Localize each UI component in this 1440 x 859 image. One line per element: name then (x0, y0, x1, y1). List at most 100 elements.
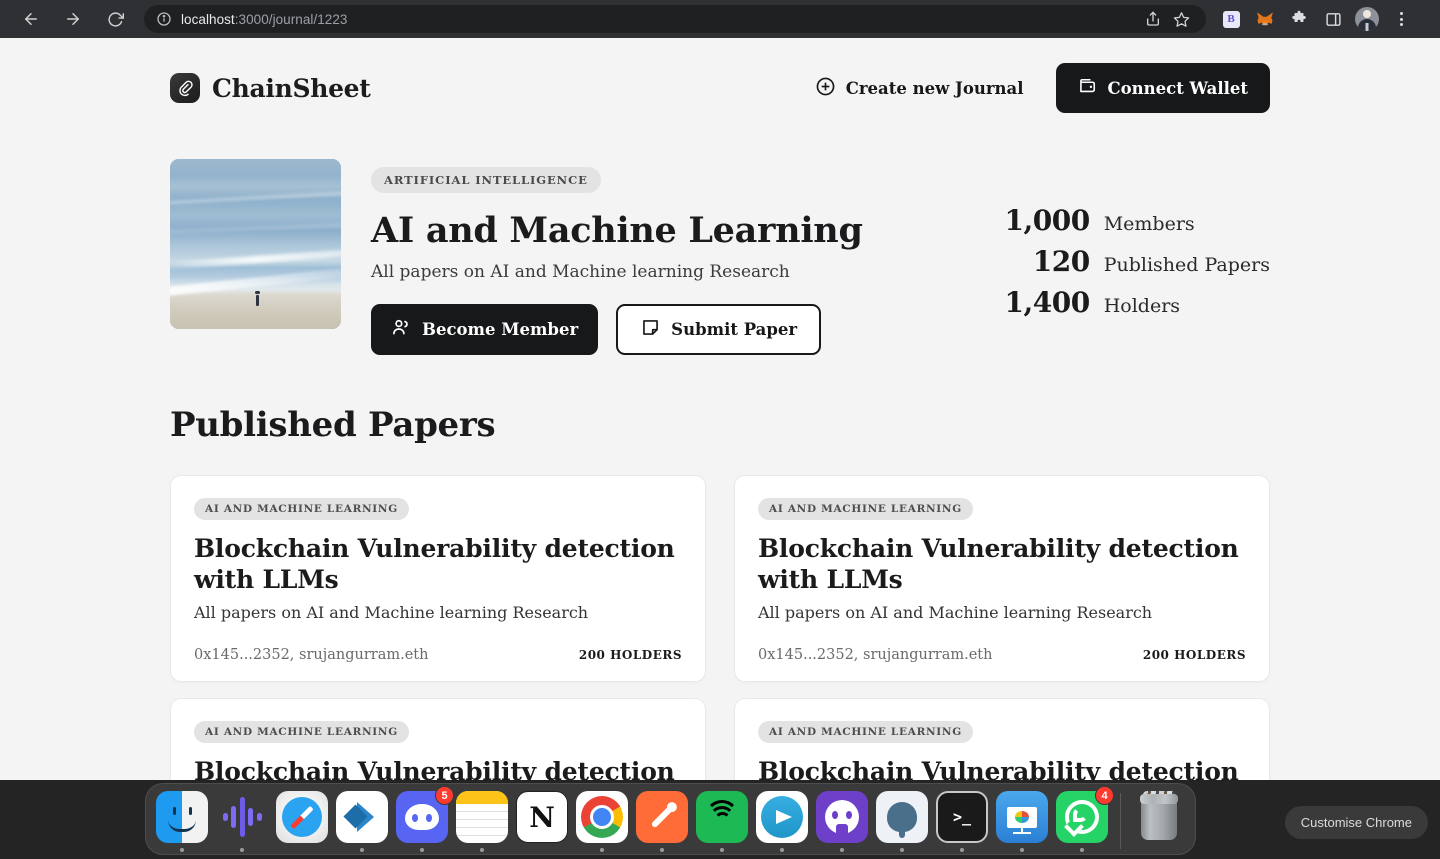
telegram-icon (756, 791, 808, 843)
dock-item-notes[interactable] (454, 789, 510, 855)
dock-item-telegram[interactable] (754, 789, 810, 855)
customise-chrome-button[interactable]: Customise Chrome (1284, 806, 1428, 839)
dock-item-github[interactable] (814, 789, 870, 855)
profile-avatar-icon[interactable] (1353, 5, 1381, 33)
paper-subtitle: All papers on AI and Machine learning Re… (194, 603, 589, 622)
side-panel-icon[interactable] (1319, 5, 1347, 33)
safari-icon (276, 791, 328, 843)
running-indicator (900, 848, 904, 852)
journal-action-buttons: Become Member Submit Paper (371, 304, 863, 355)
dock-item-visual-studio-code[interactable] (334, 789, 390, 855)
running-indicator (600, 848, 604, 852)
journal-category-badge: ARTIFICIAL INTELLIGENCE (371, 167, 601, 193)
dock-separator (1120, 793, 1121, 849)
create-new-journal-button[interactable]: Create new Journal (813, 72, 1026, 105)
stat-holders: 1,400 Holders (995, 286, 1270, 319)
dock-item-spotify[interactable] (694, 789, 750, 855)
github-icon (816, 791, 868, 843)
journal-description: All papers on AI and Machine learning Re… (371, 262, 790, 282)
share-icon[interactable] (1140, 6, 1166, 32)
paper-card-footer: 0x145...2352, srujangurram.eth 200 HOLDE… (194, 647, 682, 663)
paper-card-footer: 0x145...2352, srujangurram.eth 200 HOLDE… (758, 647, 1246, 663)
journal-title: AI and Machine Learning (371, 210, 863, 251)
running-indicator (180, 848, 184, 852)
dock-item-postman[interactable] (634, 789, 690, 855)
running-indicator (540, 848, 544, 852)
stat-published-papers: 120 Published Papers (995, 245, 1270, 278)
running-indicator (1080, 848, 1084, 852)
running-indicator (960, 848, 964, 852)
metamask-fox-icon[interactable] (1251, 5, 1279, 33)
stat-value: 1,400 (1004, 286, 1091, 319)
submit-paper-button[interactable]: Submit Paper (616, 304, 822, 355)
paper-card[interactable]: AI AND MACHINE LEARNING Blockchain Vulne… (170, 475, 706, 682)
create-new-journal-label: Create new Journal (845, 78, 1024, 98)
page-container: ChainSheet Create new Journal Connect Wa… (170, 38, 1270, 783)
dock-item-discord[interactable]: 5 (394, 786, 454, 855)
dock-item-whatsapp[interactable]: 4 (1054, 786, 1114, 855)
journal-stats: 1,000 Members 120 Published Papers 1,400… (995, 159, 1270, 319)
running-indicator (1157, 848, 1161, 852)
become-member-label: Become Member (422, 320, 579, 339)
info-circle-icon[interactable] (156, 11, 172, 27)
puzzle-piece-icon[interactable] (1285, 5, 1313, 33)
running-indicator (240, 848, 244, 852)
brand[interactable]: ChainSheet (170, 73, 371, 103)
postman-icon (636, 791, 688, 843)
running-indicator (1020, 848, 1024, 852)
paper-category-badge: AI AND MACHINE LEARNING (758, 498, 973, 520)
become-member-button[interactable]: Become Member (371, 304, 599, 355)
running-indicator (300, 848, 304, 852)
dock-item-notion[interactable]: N (514, 789, 570, 855)
dock-item-safari[interactable] (274, 789, 330, 855)
running-indicator (420, 848, 424, 852)
paper-author: 0x145...2352, srujangurram.eth (194, 647, 429, 663)
stat-label: Published Papers (1103, 254, 1270, 276)
paper-subtitle: All papers on AI and Machine learning Re… (758, 603, 1153, 622)
paper-card[interactable]: AI AND MACHINE LEARNING Blockchain Vulne… (734, 698, 1270, 783)
trash-icon (1133, 791, 1185, 843)
extension-b-icon[interactable]: B (1217, 5, 1245, 33)
running-indicator (720, 848, 724, 852)
notes-icon (456, 791, 508, 843)
dock-item-google-chrome[interactable] (574, 789, 630, 855)
paper-author: 0x145...2352, srujangurram.eth (758, 647, 993, 663)
discord-badge: 5 (435, 786, 454, 805)
paperclip-logo-icon (170, 73, 200, 103)
paper-category-badge: AI AND MACHINE LEARNING (194, 498, 409, 520)
back-arrow-icon[interactable] (16, 4, 46, 34)
published-papers-grid: AI AND MACHINE LEARNING Blockchain Vulne… (170, 475, 1270, 783)
dock-item-voice-memos[interactable] (214, 789, 270, 855)
paper-holders: 200 HOLDERS (578, 648, 682, 662)
star-icon[interactable] (1168, 6, 1194, 32)
dock-item-finder[interactable] (154, 789, 210, 855)
paper-card[interactable]: AI AND MACHINE LEARNING Blockchain Vulne… (734, 475, 1270, 682)
users-icon (391, 317, 412, 342)
url-text: localhost:3000/journal/1223 (181, 12, 347, 27)
whatsapp-badge: 4 (1095, 786, 1114, 805)
three-dot-menu-icon[interactable] (1387, 5, 1415, 33)
address-bar[interactable]: localhost:3000/journal/1223 (144, 5, 1206, 33)
reload-icon[interactable] (100, 4, 130, 34)
journal-cover-image (170, 159, 341, 329)
published-papers-heading: Published Papers (170, 405, 496, 445)
dock-item-trash[interactable] (1131, 789, 1187, 855)
dock-item-terminal[interactable]: >_ (934, 789, 990, 855)
kebab-dots (1399, 12, 1403, 26)
forward-arrow-icon[interactable] (58, 4, 88, 34)
connect-wallet-button[interactable]: Connect Wallet (1055, 63, 1270, 113)
connect-wallet-label: Connect Wallet (1107, 78, 1248, 98)
dock: 5 N >_ 4 (145, 783, 1196, 855)
paper-card[interactable]: AI AND MACHINE LEARNING Blockchain Vulne… (170, 698, 706, 783)
google-chrome-icon (576, 791, 628, 843)
dock-item-postgresql[interactable] (874, 789, 930, 855)
notion-icon: N (516, 791, 568, 843)
dock-item-keynote[interactable] (994, 789, 1050, 855)
paper-category-badge: AI AND MACHINE LEARNING (758, 721, 973, 743)
site-header: ChainSheet Create new Journal Connect Wa… (170, 63, 1270, 113)
running-indicator (780, 848, 784, 852)
desktop-dock-area: 5 N >_ 4 Customise Chrome (0, 780, 1440, 859)
running-indicator (840, 848, 844, 852)
voice-memos-icon (216, 791, 268, 843)
paper-holders: 200 HOLDERS (1142, 648, 1246, 662)
